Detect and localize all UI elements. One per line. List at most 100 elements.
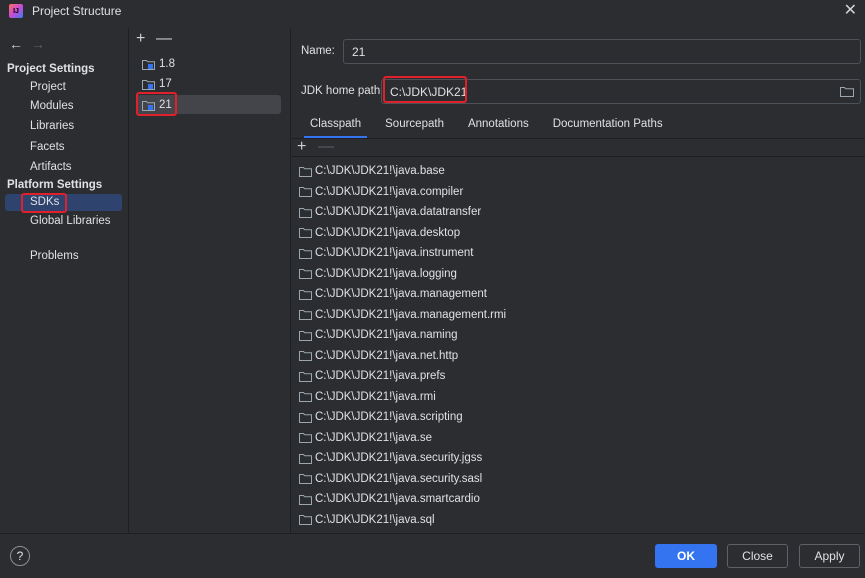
classpath-entry[interactable]: C:\JDK\JDK21!\java.se [299, 429, 432, 447]
classpath-entry[interactable]: C:\JDK\JDK21!\java.prefs [299, 367, 445, 385]
folder-icon [299, 166, 312, 177]
folder-icon [299, 268, 312, 279]
classpath-entry[interactable]: C:\JDK\JDK21!\java.management.rmi [299, 306, 506, 324]
add-sdk-button[interactable]: + [136, 31, 145, 47]
project-settings-header: Project Settings [7, 63, 95, 75]
classpath-entry[interactable]: C:\JDK\JDK21!\java.naming [299, 326, 458, 344]
intellij-logo-icon: IJ [9, 4, 23, 18]
classpath-entry[interactable]: C:\JDK\JDK21!\java.smartcardio [299, 490, 480, 508]
classpath-entry[interactable]: C:\JDK\JDK21!\java.compiler [299, 183, 463, 201]
jdk-home-path-label: JDK home path: [301, 85, 384, 97]
settings-sidebar: ← → Project Settings Project Modules Lib… [0, 28, 129, 533]
remove-sdk-button[interactable]: — [156, 31, 172, 47]
tab-documentation-paths[interactable]: Documentation Paths [541, 114, 675, 134]
window-title: Project Structure [32, 4, 122, 18]
tab-separator [292, 138, 865, 139]
classpath-entry-label: C:\JDK\JDK21!\java.scripting [315, 411, 463, 423]
classpath-entry[interactable]: C:\JDK\JDK21!\java.instrument [299, 244, 474, 262]
sdk-label: 17 [159, 78, 172, 90]
sdk-item-1-8[interactable]: 1.8 [142, 55, 175, 73]
sdk-label: 1.8 [159, 58, 175, 70]
remove-classpath-button[interactable]: — [318, 139, 334, 155]
classpath-entry-label: C:\JDK\JDK21!\java.rmi [315, 390, 436, 403]
classpath-entry[interactable]: C:\JDK\JDK21!\java.datatransfer [299, 203, 481, 221]
folder-icon [299, 473, 312, 484]
forward-arrow-icon[interactable]: → [31, 36, 45, 52]
classpath-entry-label: C:\JDK\JDK21!\java.datatransfer [315, 206, 482, 218]
sdk-label: 21 [159, 99, 172, 111]
sidebar-item-problems[interactable]: Problems [30, 250, 79, 262]
sidebar-item-artifacts[interactable]: Artifacts [30, 161, 72, 173]
folder-icon [299, 289, 312, 300]
apply-button[interactable]: Apply [799, 544, 860, 568]
classpath-entry[interactable]: C:\JDK\JDK21!\java.logging [299, 265, 457, 283]
sdk-item-21[interactable]: 21 [142, 96, 172, 114]
folder-icon [299, 350, 312, 361]
sidebar-item-libraries[interactable]: Libraries [30, 120, 74, 132]
folder-icon [299, 207, 312, 218]
jdk-home-path-value: C:\JDK\JDK21 [390, 84, 468, 99]
classpath-entry[interactable]: C:\JDK\JDK21!\java.sql [299, 511, 435, 529]
classpath-entry[interactable]: C:\JDK\JDK21!\java.scripting [299, 408, 463, 426]
add-classpath-button[interactable]: + [297, 139, 306, 155]
back-arrow-icon[interactable]: ← [9, 36, 23, 52]
folder-icon [299, 391, 312, 402]
tab-sourcepath[interactable]: Sourcepath [373, 114, 456, 134]
detail-tabs: Classpath Sourcepath Annotations Documen… [298, 114, 675, 138]
classpath-entry-label: C:\JDK\JDK21!\java.base [315, 165, 445, 177]
classpath-entry[interactable]: C:\JDK\JDK21!\java.security.jgss [299, 449, 482, 467]
classpath-entry[interactable]: C:\JDK\JDK21!\java.base [299, 162, 445, 180]
folder-icon [299, 371, 312, 382]
classpath-entry-label: C:\JDK\JDK21!\java.prefs [315, 370, 446, 382]
folder-icon [299, 412, 312, 423]
sidebar-item-global-libraries[interactable]: Global Libraries [30, 215, 111, 227]
classpath-entry-label: C:\JDK\JDK21!\java.smartcardio [315, 493, 480, 505]
classpath-entry-label: C:\JDK\JDK21!\java.naming [315, 329, 458, 341]
platform-settings-header: Platform Settings [7, 179, 103, 191]
title-bar: IJ Project Structure ✕ [0, 0, 865, 22]
sidebar-selection-highlight [5, 194, 122, 211]
classpath-entry[interactable]: C:\JDK\JDK21!\java.security.sasl [299, 470, 482, 488]
classpath-entry[interactable]: C:\JDK\JDK21!\java.management [299, 285, 487, 303]
sidebar-item-project[interactable]: Project [30, 81, 66, 93]
classpath-entry-label: C:\JDK\JDK21!\java.logging [315, 267, 457, 280]
ok-button[interactable]: OK [655, 544, 717, 568]
classpath-entry-label: C:\JDK\JDK21!\java.instrument [315, 247, 474, 259]
classpath-entry-label: C:\JDK\JDK21!\java.sql [315, 513, 435, 526]
folder-icon [299, 432, 312, 443]
classpath-entry[interactable]: C:\JDK\JDK21!\java.net.http [299, 347, 458, 365]
name-label: Name: [301, 45, 335, 57]
folder-icon [299, 330, 312, 341]
close-icon[interactable]: ✕ [844, 2, 857, 20]
folder-icon [299, 494, 312, 505]
jdk-folder-icon [142, 59, 155, 70]
sdk-details-pane: Name: 21 JDK home path: C:\JDK\JDK21 Cla… [292, 28, 865, 533]
sidebar-item-modules[interactable]: Modules [30, 100, 73, 112]
tab-annotations[interactable]: Annotations [456, 114, 541, 134]
classpath-entry-label: C:\JDK\JDK21!\java.security.jgss [315, 452, 483, 464]
folder-icon [299, 514, 312, 525]
classpath-entry-label: C:\JDK\JDK21!\java.desktop [315, 226, 461, 239]
jdk-folder-icon [142, 100, 155, 111]
folder-icon [299, 248, 312, 259]
name-field[interactable]: 21 [343, 39, 861, 64]
folder-icon [299, 453, 312, 464]
sidebar-item-facets[interactable]: Facets [30, 141, 65, 153]
open-folder-icon[interactable] [840, 86, 854, 100]
classpath-entry-label: C:\JDK\JDK21!\java.se [315, 431, 432, 444]
sidebar-item-sdks[interactable]: SDKs [30, 196, 59, 208]
classpath-entry-label: C:\JDK\JDK21!\java.security.sasl [315, 472, 483, 485]
close-button[interactable]: Close [727, 544, 788, 568]
classpath-entry-label: C:\JDK\JDK21!\java.management [315, 288, 487, 300]
classpath-entry-label: C:\JDK\JDK21!\java.compiler [315, 185, 464, 198]
tab-classpath[interactable]: Classpath [298, 114, 373, 138]
folder-icon [299, 309, 312, 320]
classpath-entry-label: C:\JDK\JDK21!\java.net.http [315, 349, 459, 362]
classpath-entry-label: C:\JDK\JDK21!\java.management.rmi [315, 308, 507, 321]
help-icon[interactable]: ? [10, 546, 30, 566]
classpath-entry[interactable]: C:\JDK\JDK21!\java.rmi [299, 388, 436, 406]
sdk-item-17[interactable]: 17 [142, 75, 172, 93]
folder-icon [299, 227, 312, 238]
classpath-entry[interactable]: C:\JDK\JDK21!\java.desktop [299, 224, 460, 242]
jdk-home-path-field[interactable]: C:\JDK\JDK21 [381, 79, 861, 104]
